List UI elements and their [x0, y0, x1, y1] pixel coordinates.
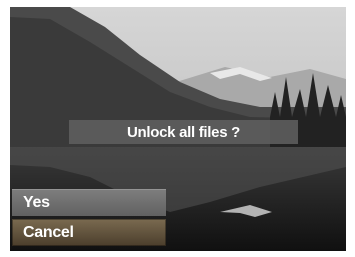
option-menu: Yes Cancel [12, 189, 166, 249]
camera-screen: Unlock all files ? Yes Cancel [10, 7, 346, 251]
cancel-option-label: Cancel [23, 223, 74, 241]
yes-option-label: Yes [23, 193, 50, 211]
yes-option[interactable]: Yes [12, 189, 166, 216]
dialog-message: Unlock all files ? [127, 123, 240, 141]
cancel-option[interactable]: Cancel [12, 219, 166, 246]
confirm-dialog: Unlock all files ? [69, 120, 298, 144]
